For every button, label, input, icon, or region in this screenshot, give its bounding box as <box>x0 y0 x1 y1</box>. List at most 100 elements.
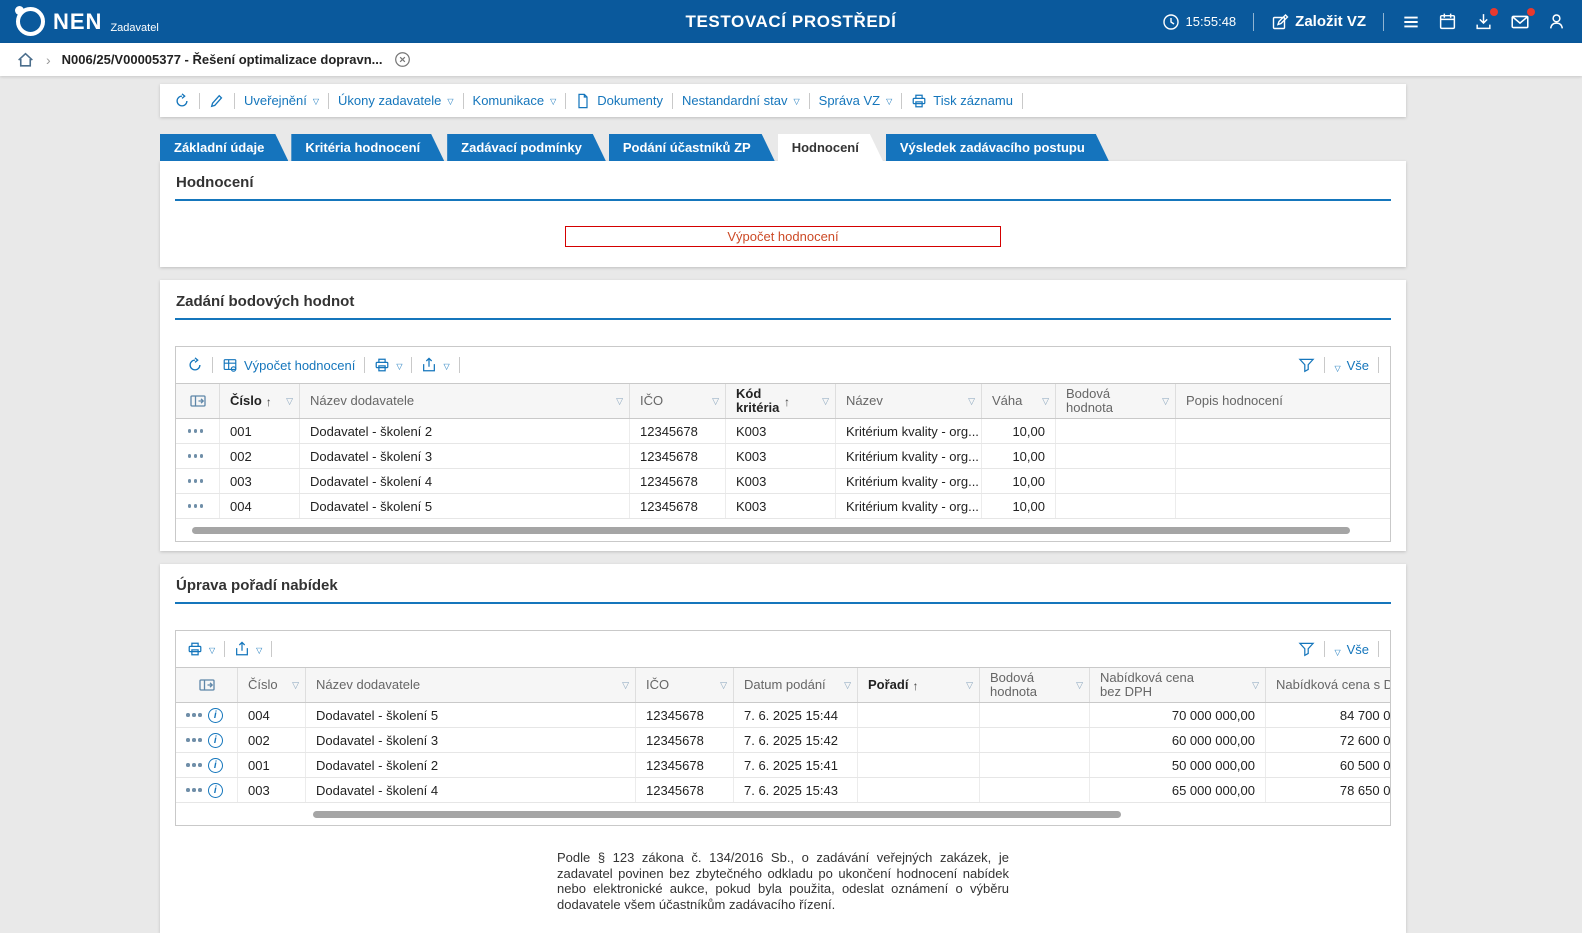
cell-bodova[interactable] <box>1056 494 1176 518</box>
table-row[interactable]: 004 Dodavatel - školení 5 12345678 K003 … <box>176 494 1390 519</box>
info-icon[interactable]: i <box>208 708 223 723</box>
cell-bodova[interactable] <box>1056 469 1176 493</box>
refresh-button[interactable] <box>187 357 203 373</box>
breadcrumb-item[interactable]: N006/25/V00005377 - Řešení optimalizace … <box>62 52 383 67</box>
row-menu-icon[interactable] <box>188 454 204 458</box>
cell-poradi[interactable] <box>858 753 980 777</box>
cell-poradi[interactable] <box>858 703 980 727</box>
row-menu-icon[interactable] <box>186 738 202 742</box>
menu-sprava-vz[interactable]: Správa VZ <box>819 93 893 108</box>
cell-bodova[interactable] <box>1056 419 1176 443</box>
view-vse-selector[interactable]: Vše <box>1334 358 1369 373</box>
col-cislo[interactable]: Číslo <box>220 384 300 418</box>
history-button[interactable] <box>174 93 190 109</box>
filter-chevron-icon[interactable] <box>822 396 829 407</box>
filter-chevron-icon[interactable] <box>968 396 975 407</box>
export-grid-button[interactable] <box>421 357 449 373</box>
cell-poradi[interactable] <box>858 728 980 752</box>
calendar-button[interactable] <box>1438 12 1457 31</box>
cell-poradi[interactable] <box>858 778 980 802</box>
col-nazev-dodavatele[interactable]: Název dodavatele <box>306 668 636 702</box>
col-cislo[interactable]: Číslo <box>238 668 306 702</box>
tab-vysledek[interactable]: Výsledek zadávacího postupu <box>886 134 1109 161</box>
col-poradi[interactable]: Pořadí <box>858 668 980 702</box>
col-popis-hodnoceni[interactable]: Popis hodnocení <box>1176 384 1390 418</box>
cell-popis[interactable] <box>1176 469 1390 493</box>
col-nazev[interactable]: Název <box>836 384 982 418</box>
close-record-button[interactable] <box>394 51 411 68</box>
col-cena-s-dph[interactable]: Nabídková cena s DPH <box>1266 668 1391 702</box>
tab-zakladni-udaje[interactable]: Základní údaje <box>160 134 288 161</box>
messages-button[interactable] <box>1510 12 1530 32</box>
filter-chevron-icon[interactable] <box>616 396 623 407</box>
table-row[interactable]: i 003 Dodavatel - školení 4 12345678 7. … <box>176 778 1391 803</box>
tab-kriteria-hodnoceni[interactable]: Kritéria hodnocení <box>291 134 444 161</box>
col-ico[interactable]: IČO <box>630 384 726 418</box>
info-icon[interactable]: i <box>208 783 223 798</box>
tab-zadavaci-podminky[interactable]: Zadávací podmínky <box>447 134 606 161</box>
filter-button[interactable] <box>1298 357 1315 374</box>
downloads-button[interactable] <box>1474 12 1493 31</box>
cell-popis[interactable] <box>1176 494 1390 518</box>
col-cena-bez-dph[interactable]: Nabídková cena bez DPH <box>1090 668 1266 702</box>
table-row[interactable]: 001 Dodavatel - školení 2 12345678 K003 … <box>176 419 1390 444</box>
scrollbar-thumb[interactable] <box>313 811 1121 818</box>
col-kod-kriteria[interactable]: Kód kritéria <box>726 384 836 418</box>
filter-chevron-icon[interactable] <box>1162 396 1169 407</box>
tab-hodnoceni[interactable]: Hodnocení <box>778 134 883 161</box>
filter-chevron-icon[interactable] <box>966 680 973 691</box>
view-vse-selector[interactable]: Vše <box>1334 642 1369 657</box>
info-icon[interactable]: i <box>208 758 223 773</box>
col-bodova-hodnota[interactable]: Bodová hodnota <box>1056 384 1176 418</box>
col-vaha[interactable]: Váha <box>982 384 1056 418</box>
cell-popis[interactable] <box>1176 444 1390 468</box>
col-datum-podani[interactable]: Datum podání <box>734 668 858 702</box>
menu-nestandardni-stav[interactable]: Nestandardní stav <box>682 93 800 108</box>
vypocet-hodnoceni-button[interactable]: Výpočet hodnocení <box>565 226 1001 247</box>
filter-chevron-icon[interactable] <box>844 680 851 691</box>
row-menu-icon[interactable] <box>186 788 202 792</box>
menu-komunikace[interactable]: Komunikace <box>473 93 557 108</box>
edit-record-button[interactable] <box>209 93 225 109</box>
table-row[interactable]: i 002 Dodavatel - školení 3 12345678 7. … <box>176 728 1391 753</box>
create-vz-button[interactable]: Založit VZ <box>1271 13 1366 31</box>
table-row[interactable]: 002 Dodavatel - školení 3 12345678 K003 … <box>176 444 1390 469</box>
menu-dokumenty[interactable]: Dokumenty <box>575 93 663 109</box>
filter-chevron-icon[interactable] <box>1076 680 1083 691</box>
filter-chevron-icon[interactable] <box>1252 680 1259 691</box>
row-menu-icon[interactable] <box>186 763 202 767</box>
print-grid-button[interactable] <box>187 641 215 657</box>
menu-button[interactable] <box>1401 12 1421 32</box>
col-ico[interactable]: IČO <box>636 668 734 702</box>
scrollbar-thumb[interactable] <box>192 527 1350 534</box>
filter-chevron-icon[interactable] <box>712 396 719 407</box>
export-grid-button[interactable] <box>234 641 262 657</box>
filter-chevron-icon[interactable] <box>286 396 293 407</box>
filter-chevron-icon[interactable] <box>1042 396 1049 407</box>
row-menu-icon[interactable] <box>188 429 204 433</box>
row-menu-icon[interactable] <box>186 713 202 717</box>
column-chooser[interactable] <box>176 384 220 418</box>
filter-chevron-icon[interactable] <box>292 680 299 691</box>
home-button[interactable] <box>16 50 35 69</box>
cell-bodova[interactable] <box>1056 444 1176 468</box>
menu-ukony-zadavatele[interactable]: Úkony zadavatele <box>338 93 454 108</box>
grid-vypocet-hodnoceni-link[interactable]: Výpočet hodnocení <box>222 357 355 373</box>
col-bodova-hodnota[interactable]: Bodová hodnota <box>980 668 1090 702</box>
col-nazev-dodavatele[interactable]: Název dodavatele <box>300 384 630 418</box>
print-record-button[interactable]: Tisk záznamu <box>911 93 1013 109</box>
info-icon[interactable]: i <box>208 733 223 748</box>
tab-podani-ucastniku[interactable]: Podání účastníků ZP <box>609 134 775 161</box>
menu-uverejneni[interactable]: Uveřejnění <box>244 93 319 108</box>
filter-chevron-icon[interactable] <box>720 680 727 691</box>
row-menu-icon[interactable] <box>188 479 204 483</box>
filter-button[interactable] <box>1298 641 1315 658</box>
row-menu-icon[interactable] <box>188 504 204 508</box>
cell-popis[interactable] <box>1176 419 1390 443</box>
table-row[interactable]: i 001 Dodavatel - školení 2 12345678 7. … <box>176 753 1391 778</box>
table-row[interactable]: 003 Dodavatel - školení 4 12345678 K003 … <box>176 469 1390 494</box>
table-row[interactable]: i 004 Dodavatel - školení 5 12345678 7. … <box>176 703 1391 728</box>
user-button[interactable] <box>1547 12 1566 31</box>
column-chooser[interactable] <box>176 668 238 702</box>
print-grid-button[interactable] <box>374 357 402 373</box>
